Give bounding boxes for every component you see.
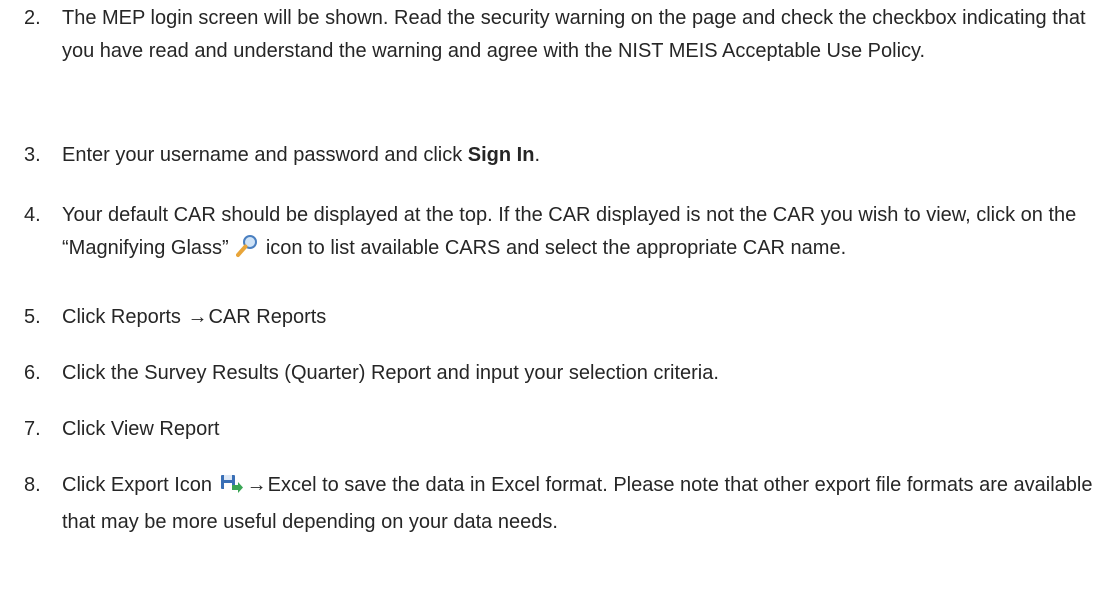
step-text: Click Reports →CAR Reports xyxy=(62,301,1104,334)
step-7: 7. Click View Report xyxy=(24,413,1104,446)
step-text: Your default CAR should be displayed at … xyxy=(62,199,1104,269)
step-text-pre: Click Export Icon xyxy=(62,474,218,496)
step-number: 2. xyxy=(24,7,41,29)
step-2: 2. The MEP login screen will be shown. R… xyxy=(24,2,1104,68)
step-number: 6. xyxy=(24,362,41,384)
step-3: 3. Enter your username and password and … xyxy=(24,139,1104,172)
step-text: Enter your username and password and cli… xyxy=(62,139,1104,172)
step-text: Click View Report xyxy=(62,418,220,440)
step-6: 6. Click the Survey Results (Quarter) Re… xyxy=(24,357,1104,390)
step-number: 3. xyxy=(24,144,41,166)
step-4: 4. Your default CAR should be displayed … xyxy=(24,199,1104,269)
step-5: 5. Click Reports →CAR Reports xyxy=(24,301,1104,334)
step-number: 4. xyxy=(24,204,41,226)
step-text-post: CAR Reports xyxy=(208,306,327,328)
step-text: Click Export Icon →Excel to save the dat… xyxy=(62,469,1104,539)
step-text-pre: Enter your username and password and cli… xyxy=(62,144,468,166)
sign-in-label: Sign In xyxy=(467,144,535,166)
step-text-post: . xyxy=(534,144,540,166)
step-text-pre: Click Reports xyxy=(62,306,187,328)
step-number: 5. xyxy=(24,306,41,328)
step-text: The MEP login screen will be shown. Read… xyxy=(62,7,1086,62)
step-text-post: icon to list available CARS and select t… xyxy=(260,237,847,259)
arrow-icon: → xyxy=(246,474,267,496)
magnifying-glass-icon xyxy=(236,234,258,269)
step-number: 8. xyxy=(24,474,41,496)
step-number: 7. xyxy=(24,418,41,440)
step-text: Click the Survey Results (Quarter) Repor… xyxy=(62,362,719,384)
export-icon xyxy=(220,473,244,506)
arrow-icon: → xyxy=(187,306,208,328)
step-8: 8. Click Export Icon →Excel to save the … xyxy=(24,469,1104,539)
